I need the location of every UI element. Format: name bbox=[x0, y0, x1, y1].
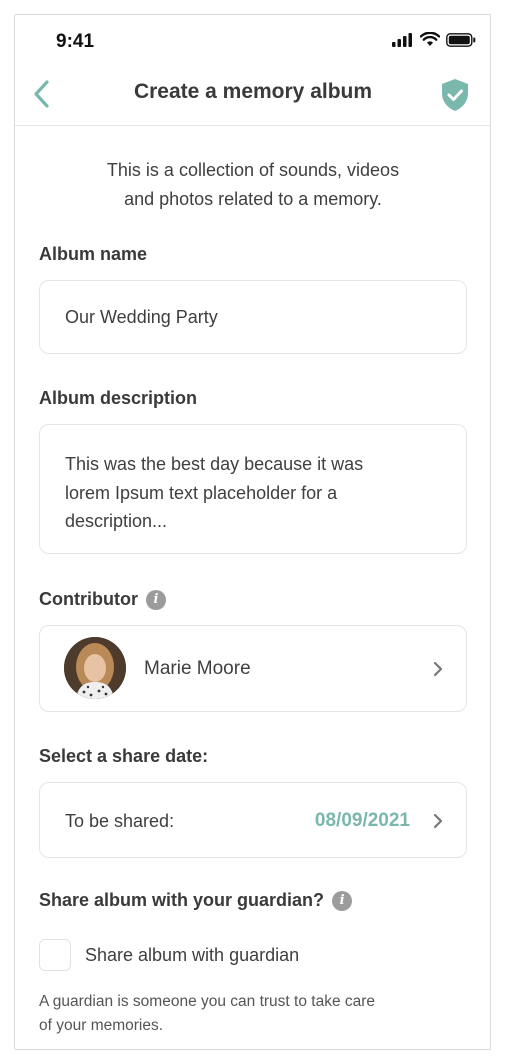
description-line-1: This was the best day because it was bbox=[65, 454, 364, 474]
contributor-selector[interactable]: Marie Moore bbox=[39, 625, 467, 712]
intro-text: This is a collection of sounds, videos a… bbox=[60, 156, 446, 214]
back-button[interactable] bbox=[32, 78, 58, 110]
intro-line-1: This is a collection of sounds, videos bbox=[106, 160, 400, 180]
contributor-label: Contributor i bbox=[39, 589, 166, 610]
wifi-icon bbox=[420, 32, 440, 46]
share-date-label-text: Select a share date: bbox=[39, 746, 209, 766]
status-icons bbox=[392, 32, 476, 47]
album-description-value: This was the best day because it was lor… bbox=[65, 450, 363, 536]
share-with-guardian-label[interactable]: Share album with guardian bbox=[85, 945, 299, 966]
album-name-label-text: Album name bbox=[39, 244, 148, 264]
footnote-line-1: A guardian is someone you can trust to t… bbox=[39, 993, 376, 1010]
contributor-name: Marie Moore bbox=[144, 658, 251, 679]
header-divider bbox=[15, 125, 491, 126]
guardian-footnote: A guardian is someone you can trust to t… bbox=[39, 990, 439, 1038]
share-date-row-label: To be shared: bbox=[65, 811, 175, 831]
shield-button[interactable] bbox=[440, 78, 470, 112]
avatar bbox=[64, 637, 126, 699]
shield-check-icon bbox=[442, 79, 468, 111]
battery-icon bbox=[446, 33, 476, 47]
footnote-line-2: of your memories. bbox=[39, 1017, 164, 1034]
share-date-label: Select a share date: bbox=[39, 746, 208, 767]
guardian-label-text: Share album with your guardian? bbox=[39, 890, 325, 910]
album-description-textarea[interactable]: This was the best day because it was lor… bbox=[39, 424, 467, 554]
chevron-right-icon bbox=[433, 661, 443, 677]
album-description-label-text: Album description bbox=[39, 388, 198, 408]
description-line-2: lorem Ipsum text placeholder for a bbox=[65, 482, 338, 503]
album-name-input[interactable]: Our Wedding Party bbox=[39, 280, 467, 354]
contributor-info-icon[interactable]: i bbox=[145, 589, 166, 610]
signal-icon bbox=[392, 33, 412, 47]
album-name-label: Album name bbox=[39, 244, 147, 265]
guardian-info-icon[interactable]: i bbox=[332, 890, 353, 911]
guardian-label: Share album with your guardian? i bbox=[39, 890, 353, 911]
share-date-value: 08/09/2021 bbox=[314, 810, 410, 831]
album-name-value: Our Wedding Party bbox=[65, 307, 218, 327]
share-date-selector[interactable]: To be shared: 08/09/2021 bbox=[39, 782, 467, 858]
album-description-label: Album description bbox=[39, 388, 197, 409]
contributor-label-text: Contributor bbox=[39, 589, 138, 609]
description-line-3: description... bbox=[65, 511, 168, 531]
share-with-guardian-checkbox[interactable] bbox=[39, 939, 71, 971]
chevron-right-icon bbox=[433, 813, 443, 829]
intro-line-2: and photos related to a memory. bbox=[124, 189, 382, 209]
status-time: 9:41 bbox=[56, 31, 95, 52]
back-arrow-icon bbox=[34, 80, 49, 108]
page-title: Create a memory album bbox=[133, 80, 373, 103]
